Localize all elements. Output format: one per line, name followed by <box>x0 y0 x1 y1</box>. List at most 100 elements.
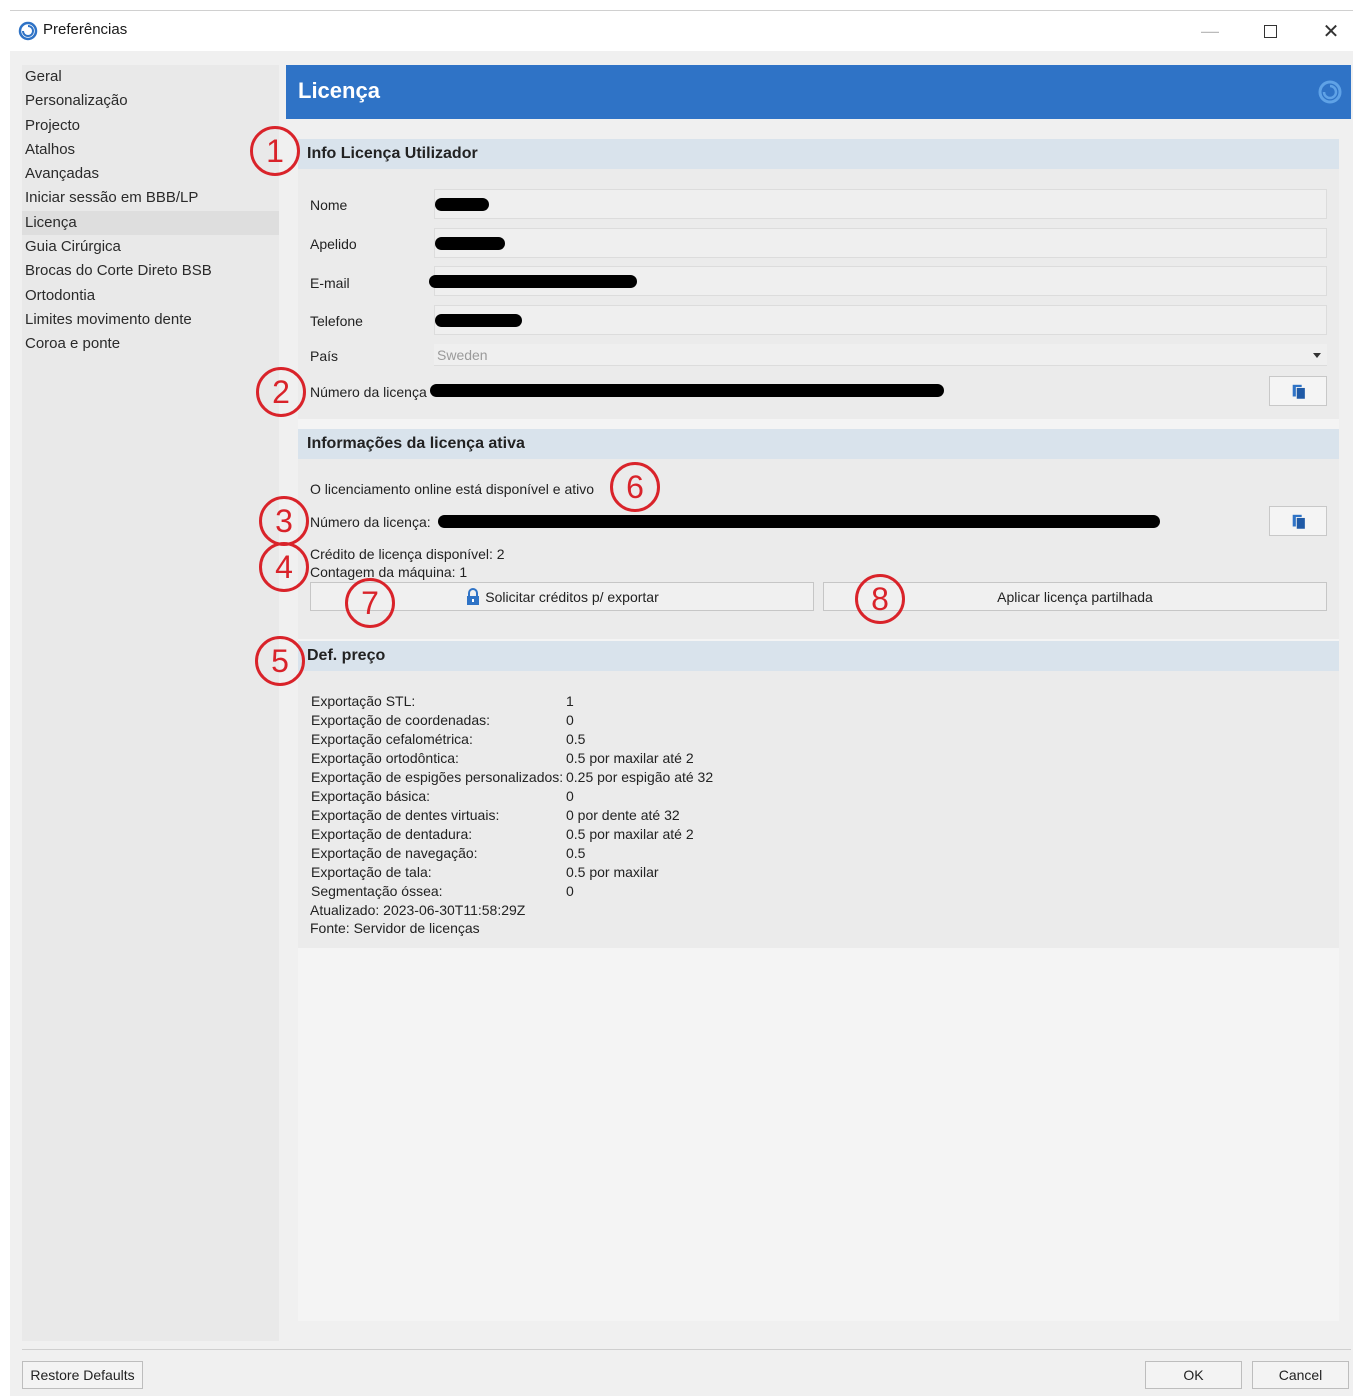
title-bar: Preferências — ✕ <box>10 11 1353 51</box>
price-label: Exportação de coordenadas: <box>311 712 491 728</box>
minimize-icon: — <box>1201 20 1219 41</box>
country-value: Sweden <box>437 347 488 363</box>
cancel-button[interactable]: Cancel <box>1252 1361 1349 1389</box>
price-label: Exportação de tala: <box>311 864 432 880</box>
sidebar-item-licenca[interactable]: Licença <box>22 210 279 236</box>
page-banner: Licença <box>286 65 1351 119</box>
user-info-header: Info Licença Utilizador <box>298 139 1339 169</box>
redacted-value <box>435 314 522 327</box>
source-text: Fonte: Servidor de licenças <box>310 920 480 936</box>
price-value: 1 <box>566 693 574 709</box>
spiral-logo-icon <box>18 21 38 41</box>
annotation-marker-8: 8 <box>855 574 905 624</box>
pricing-section: Exportação STL: 1 Exportação de coordena… <box>298 671 1339 948</box>
lock-icon <box>467 587 480 605</box>
annotation-marker-7: 7 <box>345 578 395 628</box>
price-label: Exportação de espigões personalizados: <box>311 769 564 785</box>
price-label: Exportação STL: <box>311 693 416 709</box>
surname-field[interactable] <box>434 228 1327 258</box>
price-value: 0 <box>566 712 574 728</box>
redacted-value <box>429 275 637 288</box>
sidebar-item-brocas[interactable]: Brocas do Corte Direto BSB <box>22 259 279 283</box>
annotation-marker-5: 5 <box>255 636 305 686</box>
license-status-text: O licenciamento online está disponível e… <box>310 481 595 497</box>
copy-icon <box>1292 514 1306 530</box>
redacted-value <box>435 237 505 250</box>
price-value: 0.5 por maxilar até 2 <box>566 750 694 766</box>
updated-text: Atualizado: 2023-06-30T11:58:29Z <box>310 902 526 918</box>
maximize-button[interactable] <box>1242 11 1298 51</box>
redacted-value <box>435 198 489 211</box>
price-value: 0 <box>566 788 574 804</box>
pricing-header: Def. preço <box>298 641 1339 671</box>
license-pane: Info Licença Utilizador Nome Apelido E-m… <box>298 139 1339 1321</box>
phone-label: Telefone <box>310 313 363 329</box>
active-license-section: O licenciamento online está disponível e… <box>298 459 1339 639</box>
price-label: Exportação básica: <box>311 788 431 804</box>
annotation-marker-1: 1 <box>250 126 300 176</box>
price-label: Exportação ortodôntica: <box>311 750 459 766</box>
price-value: 0.25 por espigão até 32 <box>566 769 714 785</box>
price-value: 0.5 por maxilar <box>566 864 659 880</box>
sidebar-item-atalhos[interactable]: Atalhos <box>22 138 279 162</box>
copy-active-license-button[interactable] <box>1269 506 1327 536</box>
annotation-marker-2: 2 <box>256 367 306 417</box>
country-label: País <box>310 348 339 364</box>
price-value: 0.5 <box>566 731 586 747</box>
sidebar-item-ortodontia[interactable]: Ortodontia <box>22 284 279 308</box>
sidebar-item-iniciar-sessao[interactable]: Iniciar sessão em BBB/LP <box>22 186 279 210</box>
active-license-header: Informações da licença ativa <box>298 429 1339 459</box>
chevron-down-icon <box>1313 353 1321 358</box>
minimize-button[interactable]: — <box>1182 11 1238 51</box>
request-credits-label: Solicitar créditos p/ exportar <box>485 588 659 605</box>
sidebar-item-geral[interactable]: Geral <box>22 65 279 89</box>
restore-defaults-button[interactable]: Restore Defaults <box>22 1361 143 1389</box>
license-credit-text: Crédito de licença disponível: 2 <box>310 546 505 562</box>
window-title: Preferências <box>43 21 128 38</box>
user-info-section: Nome Apelido E-mail Telefone País Sweden… <box>298 169 1339 419</box>
email-label: E-mail <box>310 275 350 291</box>
redacted-active-license <box>438 515 1160 528</box>
annotation-marker-4: 4 <box>259 542 309 592</box>
price-value: 0.5 por maxilar até 2 <box>566 826 694 842</box>
preferences-window: Preferências — ✕ Geral Personalização Pr… <box>10 10 1353 1396</box>
sidebar-item-projecto[interactable]: Projecto <box>22 114 279 138</box>
sidebar-item-limites[interactable]: Limites movimento dente <box>22 308 279 332</box>
copy-license-button[interactable] <box>1269 376 1327 406</box>
active-license-number-label: Número da licença: <box>310 514 431 530</box>
close-button[interactable]: ✕ <box>1303 11 1353 51</box>
footer-divider <box>22 1349 1351 1350</box>
price-value: 0.5 <box>566 845 586 861</box>
name-field[interactable] <box>434 189 1327 219</box>
machine-count-text: Contagem da máquina: 1 <box>310 564 468 580</box>
content-panel: Licença Info Licença Utilizador Nome Ape… <box>286 65 1351 1341</box>
country-select[interactable]: Sweden <box>434 344 1327 366</box>
price-value: 0 <box>566 883 574 899</box>
annotation-marker-3: 3 <box>259 496 309 546</box>
ok-button[interactable]: OK <box>1145 1361 1242 1389</box>
close-icon: ✕ <box>1322 20 1340 43</box>
spiral-logo-icon <box>1318 80 1342 104</box>
annotation-marker-6: 6 <box>610 462 660 512</box>
sidebar-item-guia-cirurgica[interactable]: Guia Cirúrgica <box>22 235 279 259</box>
phone-field[interactable] <box>434 305 1327 335</box>
price-label: Exportação de dentadura: <box>311 826 473 842</box>
page-title: Licença <box>298 78 380 103</box>
copy-icon <box>1292 384 1306 400</box>
email-field[interactable] <box>429 266 1327 296</box>
redacted-license-number <box>430 384 944 397</box>
name-label: Nome <box>310 197 348 213</box>
price-value: 0 por dente até 32 <box>566 807 680 823</box>
sidebar-item-avancadas[interactable]: Avançadas <box>22 162 279 186</box>
sidebar-item-coroa-ponte[interactable]: Coroa e ponte <box>22 332 279 356</box>
price-label: Segmentação óssea: <box>311 883 443 899</box>
license-number-label: Número da licença <box>310 384 427 400</box>
maximize-icon <box>1263 24 1277 38</box>
sidebar-nav: Geral Personalização Projecto Atalhos Av… <box>22 65 279 1341</box>
surname-label: Apelido <box>310 236 357 252</box>
sidebar-item-personalizacao[interactable]: Personalização <box>22 89 279 113</box>
price-label: Exportação de navegação: <box>311 845 478 861</box>
price-label: Exportação cefalométrica: <box>311 731 473 747</box>
apply-shared-license-label: Aplicar licença partilhada <box>997 588 1153 605</box>
price-label: Exportação de dentes virtuais: <box>311 807 500 823</box>
